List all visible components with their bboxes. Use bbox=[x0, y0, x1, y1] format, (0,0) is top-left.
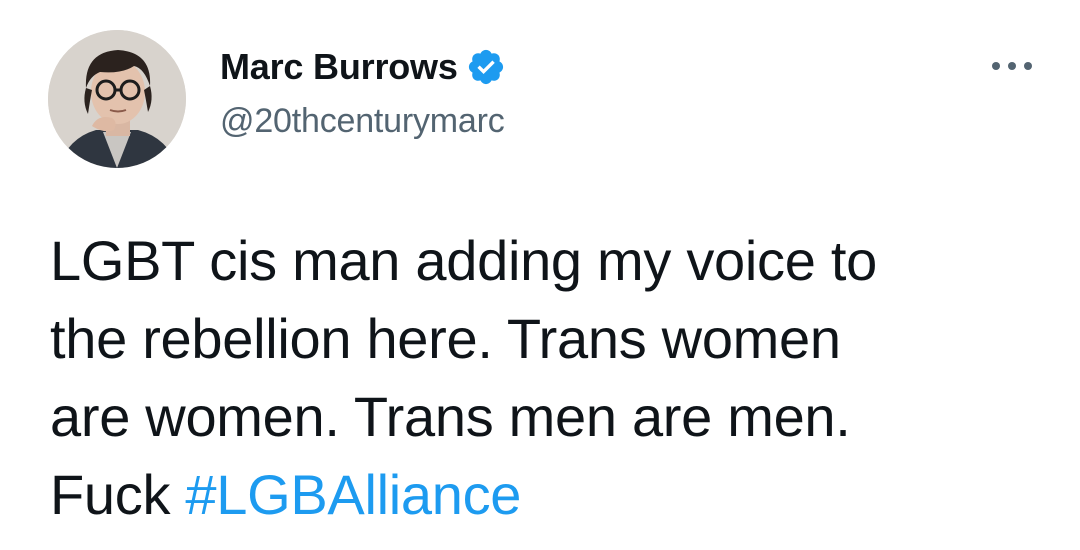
more-options-icon[interactable] bbox=[992, 58, 1032, 74]
more-dot bbox=[1024, 62, 1032, 70]
tweet-text-line: are women. Trans men are men. bbox=[50, 385, 851, 448]
avatar[interactable] bbox=[48, 30, 186, 168]
tweet-card: Marc Burrows @20thcenturymarc LGBT cis m… bbox=[0, 0, 1080, 550]
tweet-text-line: LGBT cis man adding my voice to bbox=[50, 229, 877, 292]
author-name-row: Marc Burrows bbox=[220, 42, 506, 92]
more-dot bbox=[1008, 62, 1016, 70]
author-display-name[interactable]: Marc Burrows bbox=[220, 46, 458, 88]
tweet-text: LGBT cis man adding my voice to the rebe… bbox=[50, 222, 1050, 534]
author-handle[interactable]: @20thcenturymarc bbox=[220, 102, 505, 141]
tweet-text-prefix: Fuck bbox=[50, 463, 186, 526]
verified-badge-icon bbox=[466, 47, 506, 87]
tweet-text-line: the rebellion here. Trans women bbox=[50, 307, 841, 370]
tweet-text-line: Fuck #LGBAlliance bbox=[50, 456, 1050, 534]
avatar-image bbox=[48, 30, 186, 168]
more-dot bbox=[992, 62, 1000, 70]
hashtag-link[interactable]: #LGBAlliance bbox=[185, 463, 521, 526]
